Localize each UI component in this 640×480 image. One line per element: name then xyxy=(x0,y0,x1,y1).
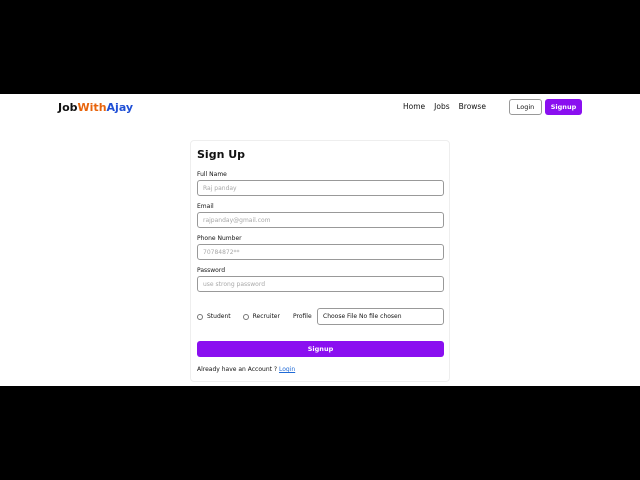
choose-file-button[interactable]: Choose File xyxy=(323,313,357,320)
phone-input[interactable] xyxy=(197,244,444,260)
nav-home[interactable]: Home xyxy=(403,102,425,111)
student-radio-label: Student xyxy=(207,313,231,320)
file-status: No file chosen xyxy=(359,313,402,320)
logo-part-ajay: Ajay xyxy=(106,101,134,114)
page-frame: JobWithAjay Home Jobs Browse Login Signu… xyxy=(0,94,640,386)
signup-submit-button[interactable]: Signup xyxy=(197,341,444,357)
email-label: Email xyxy=(197,203,214,210)
signup-card: Sign Up Full Name Email Phone Number Pas… xyxy=(190,140,450,382)
recruiter-radio[interactable] xyxy=(242,313,249,320)
logo[interactable]: JobWithAjay xyxy=(58,101,133,114)
login-prompt: Already have an Account ? Login xyxy=(197,366,295,373)
navbar: JobWithAjay Home Jobs Browse Login Signu… xyxy=(0,94,640,122)
nav-jobs[interactable]: Jobs xyxy=(434,102,449,111)
login-link[interactable]: Login xyxy=(279,366,295,373)
profile-label: Profile xyxy=(293,313,312,320)
logo-part-with: With xyxy=(77,101,107,114)
nav-links: Home Jobs Browse xyxy=(403,102,486,111)
recruiter-radio-label: Recruiter xyxy=(252,313,280,320)
full-name-label: Full Name xyxy=(197,171,227,178)
role-radio-group: Student Recruiter xyxy=(197,313,292,320)
login-button[interactable]: Login xyxy=(509,99,542,115)
password-label: Password xyxy=(197,267,226,274)
profile-file-input[interactable]: Choose File No file chosen xyxy=(317,308,444,325)
nav-browse[interactable]: Browse xyxy=(459,102,486,111)
login-prompt-text: Already have an Account ? xyxy=(197,366,278,373)
email-input[interactable] xyxy=(197,212,444,228)
signup-button[interactable]: Signup xyxy=(545,99,582,115)
student-radio[interactable] xyxy=(197,313,203,320)
phone-label: Phone Number xyxy=(197,235,242,242)
full-name-input[interactable] xyxy=(197,180,444,196)
password-input[interactable] xyxy=(197,276,444,292)
page-title: Sign Up xyxy=(197,148,246,161)
logo-part-job: Job xyxy=(58,101,78,114)
